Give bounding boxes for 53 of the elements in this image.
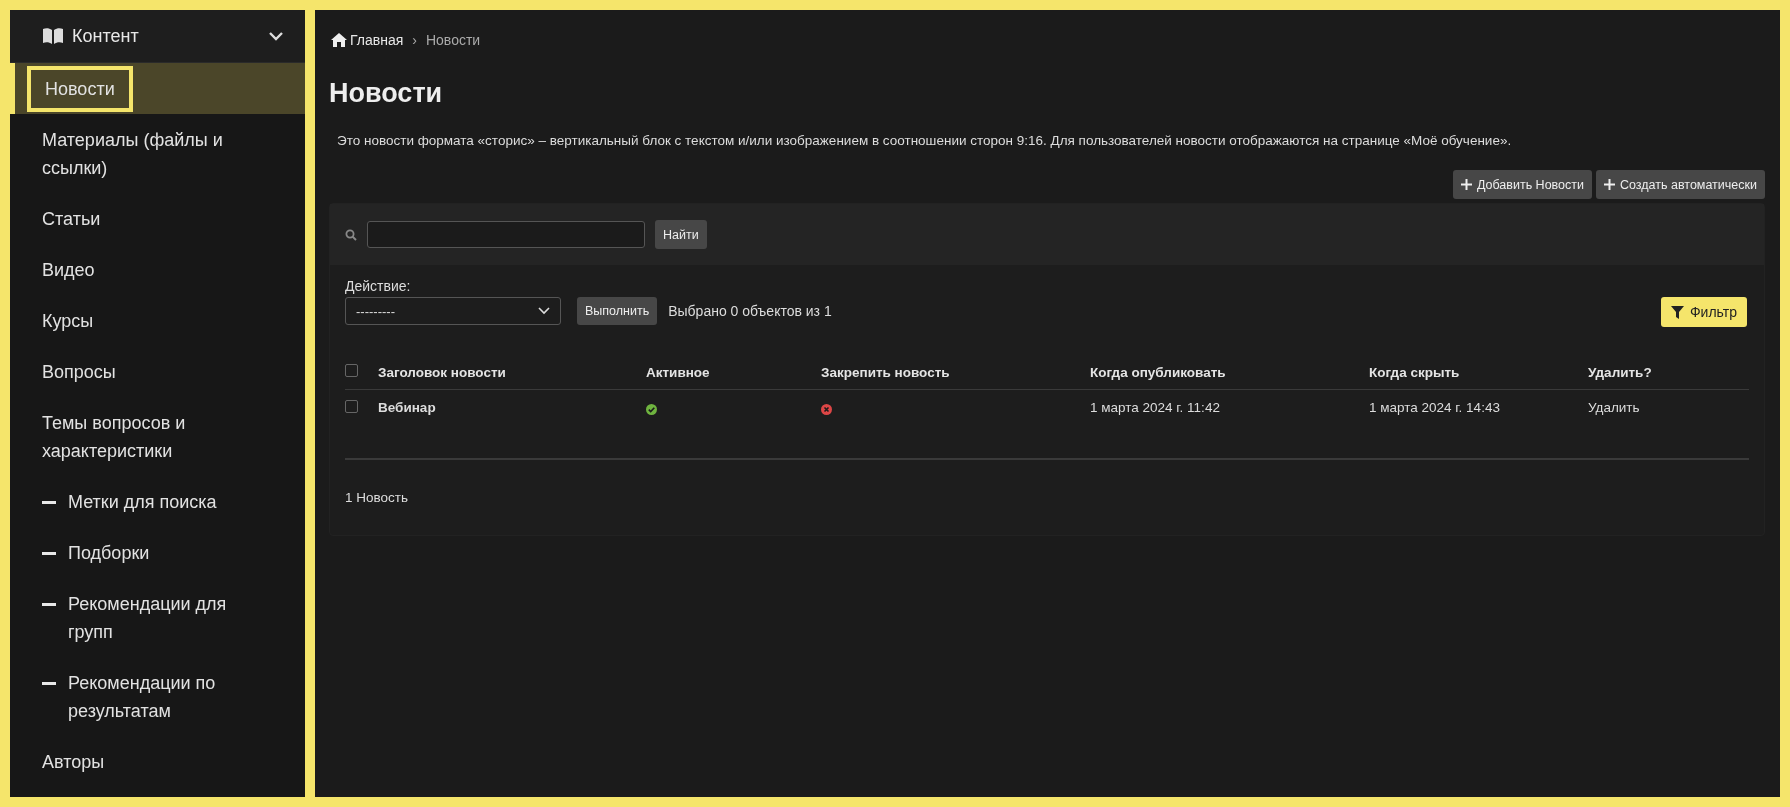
breadcrumb-link[interactable]: Главная xyxy=(331,32,404,48)
sidebar-item[interactable]: Авторы xyxy=(10,736,305,787)
sidebar-item[interactable]: Метки для поиска xyxy=(10,476,305,527)
home-icon xyxy=(331,33,347,47)
column-header[interactable]: Закрепить новость xyxy=(821,364,1090,380)
book-icon xyxy=(42,27,64,45)
column-header[interactable]: Когда опубликовать xyxy=(1090,364,1369,380)
sidebar-item[interactable]: Видео xyxy=(10,244,305,295)
column-header[interactable]: Когда скрыть xyxy=(1369,364,1588,380)
breadcrumb-current: Новости xyxy=(425,32,481,48)
table-cell-text: 1 марта 2024 г. 14:43 xyxy=(1369,400,1501,415)
column-header[interactable]: Активное xyxy=(646,364,821,380)
table-cell-text: 1 марта 2024 г. 11:42 xyxy=(1090,400,1221,415)
sidebar-item[interactable]: Рекомендации по результатам xyxy=(10,657,305,736)
sidebar-item[interactable]: Материалы (файлы и ссылки) xyxy=(10,114,305,193)
funnel-icon xyxy=(1670,305,1684,319)
sidebar-item[interactable]: Рекомендации для групп xyxy=(10,578,305,657)
column-header[interactable]: Удалить? xyxy=(1588,364,1749,380)
page-description: Это новости формата «сторис» – вертикальный блок с текстом и/или изображением в соотношении сторон 9:16. Для пользователей новости отображаются на странице «Моё обучение». xyxy=(337,133,1513,148)
add-button[interactable]: Добавить Новости xyxy=(1452,170,1592,199)
action-dropdown[interactable]: --------- xyxy=(345,297,561,325)
filter-button[interactable]: Фильтр xyxy=(1660,297,1747,327)
news-title-link[interactable]: Вебинар xyxy=(378,400,646,415)
search-field[interactable] xyxy=(367,221,645,248)
run-button[interactable]: Выполнить xyxy=(577,297,658,325)
chevron-down-icon xyxy=(269,31,283,41)
sidebar-item[interactable]: Подборки xyxy=(10,527,305,578)
column-header[interactable]: Заголовок новости xyxy=(378,364,646,380)
sidebar-item[interactable]: Новости xyxy=(10,63,305,114)
breadcrumb-separator: › xyxy=(412,32,417,48)
checkbox[interactable] xyxy=(345,364,358,377)
selection-count: Выбрано 0 объектов из 1 xyxy=(668,302,832,321)
sidebar-item[interactable]: Темы вопросов и характеристики xyxy=(10,397,305,476)
plus-icon xyxy=(1604,179,1615,190)
delete-link[interactable]: Удалить xyxy=(1588,400,1749,415)
plus-icon xyxy=(1460,179,1472,190)
chevron-down-icon xyxy=(538,307,550,315)
page-title: Новости xyxy=(329,78,444,109)
dash-icon xyxy=(42,552,56,555)
add-button[interactable]: Создать автоматически xyxy=(1596,170,1765,199)
checkbox[interactable] xyxy=(345,400,358,413)
sidebar-item[interactable]: Статьи xyxy=(10,193,305,244)
dash-icon xyxy=(42,682,56,685)
dash-icon xyxy=(42,501,56,504)
result-count: 1 Новость xyxy=(344,489,409,507)
search-icon xyxy=(345,228,357,241)
action-label: Действие: xyxy=(345,278,412,294)
dash-icon xyxy=(42,603,56,606)
section-label: Контент xyxy=(72,25,140,47)
search-button[interactable]: Найти xyxy=(655,220,707,249)
sidebar-item[interactable]: Курсы xyxy=(10,295,305,346)
section-header[interactable]: Контент xyxy=(10,10,305,63)
sidebar-item[interactable]: Вопросы xyxy=(10,346,305,397)
